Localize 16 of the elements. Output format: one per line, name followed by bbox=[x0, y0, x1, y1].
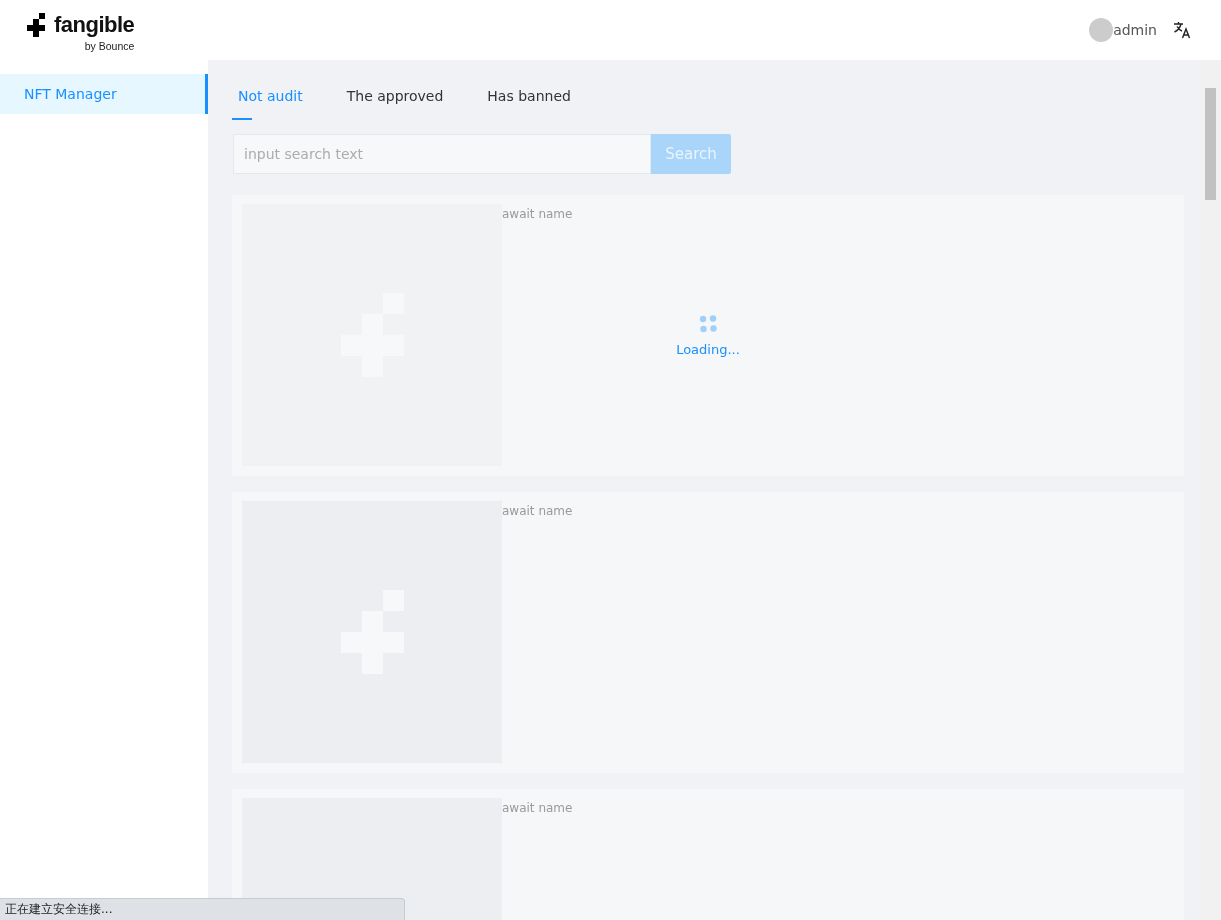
scrollbar-thumb[interactable] bbox=[1205, 88, 1216, 200]
search-field[interactable]: input search text bbox=[233, 134, 651, 174]
brand-name: fangible bbox=[54, 12, 135, 38]
tab[interactable]: The approved bbox=[340, 87, 450, 120]
scrollbar[interactable] bbox=[1200, 60, 1221, 920]
nft-name: await name bbox=[502, 503, 573, 520]
brand-byline: by Bounce bbox=[84, 40, 135, 52]
loading-text: Loading... bbox=[676, 342, 740, 357]
nft-name: await name bbox=[502, 206, 573, 223]
translate-icon[interactable] bbox=[1173, 21, 1191, 39]
avatar[interactable] bbox=[1089, 18, 1114, 42]
tab[interactable]: Has banned bbox=[481, 87, 577, 120]
logo-icon bbox=[27, 13, 45, 37]
nft-name: await name bbox=[502, 800, 573, 817]
status-bubble: 正在建立安全连接... bbox=[0, 898, 405, 920]
user-name[interactable]: admin bbox=[1113, 22, 1157, 38]
